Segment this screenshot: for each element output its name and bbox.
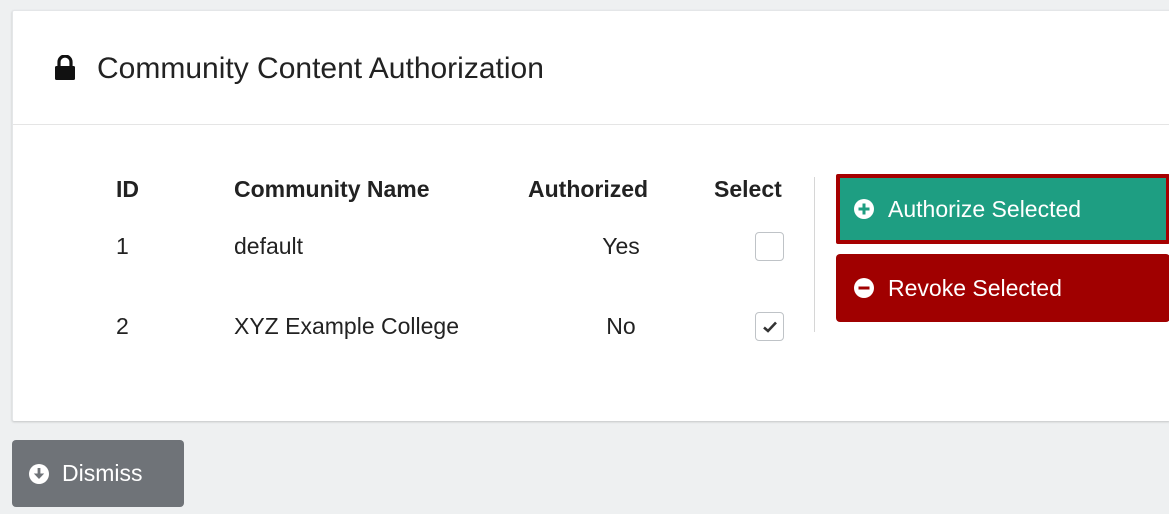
- row-community-name: default: [234, 232, 304, 259]
- table-header-row: ID Community Name Authorized Select: [93, 174, 824, 204]
- dismiss-button[interactable]: Dismiss: [12, 440, 184, 507]
- authorize-selected-label: Authorize Selected: [888, 195, 1082, 222]
- arrow-down-circle-icon: [29, 463, 49, 484]
- authorization-table: ID Community Name Authorized Select 1 de…: [93, 174, 824, 364]
- panel-header: Community Content Authorization: [13, 11, 1169, 125]
- row-id: 1: [116, 232, 129, 259]
- minus-circle-icon: [854, 278, 874, 298]
- vertical-divider: [814, 177, 815, 332]
- plus-circle-icon: [854, 199, 874, 219]
- dismiss-label: Dismiss: [62, 460, 143, 486]
- column-header-select: Select: [714, 176, 782, 202]
- revoke-selected-label: Revoke Selected: [888, 274, 1062, 301]
- row-authorized: No: [606, 312, 636, 339]
- checkmark-icon: [762, 321, 777, 333]
- select-checkbox[interactable]: [754, 311, 784, 341]
- panel-title: Community Content Authorization: [97, 52, 544, 85]
- authorize-selected-button[interactable]: Authorize Selected: [836, 174, 1169, 244]
- row-community-name: XYZ Example College: [234, 312, 459, 339]
- table-row: 2 XYZ Example College No: [93, 288, 824, 364]
- table-row: 1 default Yes: [93, 204, 824, 288]
- revoke-selected-button[interactable]: Revoke Selected: [836, 254, 1169, 322]
- row-id: 2: [116, 312, 129, 339]
- column-header-authorized: Authorized: [528, 176, 649, 202]
- column-header-id: ID: [116, 176, 139, 202]
- column-header-community-name: Community Name: [234, 176, 430, 202]
- row-select-cell: [714, 288, 824, 364]
- lock-icon: [55, 55, 75, 80]
- authorization-panel: Community Content Authorization ID Commu…: [12, 10, 1169, 421]
- select-checkbox[interactable]: [754, 231, 784, 261]
- row-select-cell: [714, 204, 824, 288]
- row-authorized: Yes: [602, 232, 640, 259]
